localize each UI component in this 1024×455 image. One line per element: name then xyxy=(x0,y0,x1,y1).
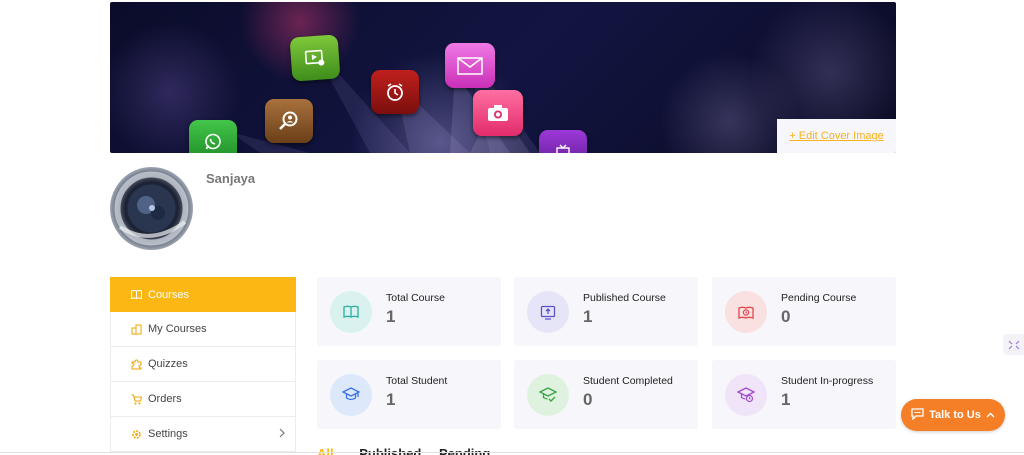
stat-label: Total Course xyxy=(386,292,445,304)
floating-side-widget[interactable] xyxy=(1003,334,1024,355)
stat-label: Pending Course xyxy=(781,292,857,304)
cart-icon xyxy=(131,394,142,405)
progress-icon xyxy=(725,374,767,416)
tab-all[interactable]: All xyxy=(317,446,334,455)
stat-value: 1 xyxy=(386,307,396,326)
sidebar-item-label: Courses xyxy=(148,288,189,301)
cover-image: + Edit Cover Image xyxy=(110,2,896,153)
talk-to-us-label: Talk to Us xyxy=(929,409,981,421)
stat-card-total-course: Total Course 1 xyxy=(317,277,501,346)
stat-card-published-course: Published Course 1 xyxy=(514,277,698,346)
pending-icon xyxy=(725,291,767,333)
sidebar-item-label: Orders xyxy=(148,393,182,405)
publish-icon xyxy=(527,291,569,333)
sidebar-item-label: Settings xyxy=(148,428,188,440)
stat-card-total-student: Total Student 1 xyxy=(317,360,501,429)
stat-value: 0 xyxy=(781,307,791,326)
edit-cover-image-link[interactable]: + Edit Cover Image xyxy=(777,119,896,153)
chevron-up-icon xyxy=(986,409,995,421)
stat-value: 1 xyxy=(583,307,593,326)
talk-to-us-button[interactable]: Talk to Us xyxy=(901,399,1005,431)
stat-card-pending-course: Pending Course 0 xyxy=(712,277,896,346)
book-icon xyxy=(330,291,372,333)
expand-icon xyxy=(1008,340,1019,349)
stat-label: Published Course xyxy=(583,292,666,304)
my-courses-icon xyxy=(131,324,142,335)
sidebar-item-orders[interactable]: Orders xyxy=(110,382,296,417)
completed-icon xyxy=(527,374,569,416)
puzzle-icon xyxy=(131,358,142,370)
course-status-tabs: All Published Pending xyxy=(317,446,490,455)
sidebar-item-label: My Courses xyxy=(148,323,207,335)
chevron-right-icon xyxy=(279,428,285,441)
sidebar-item-quizzes[interactable]: Quizzes xyxy=(110,347,296,382)
sidebar-item-courses[interactable]: Courses xyxy=(110,277,296,312)
avatar-image xyxy=(114,171,189,246)
sidebar-menu: Courses My Courses Quizzes Orders Settin… xyxy=(110,277,296,452)
camera-icon xyxy=(473,90,523,136)
video-play-icon xyxy=(289,34,341,82)
gear-icon xyxy=(131,429,142,440)
stat-card-student-completed: Student Completed 0 xyxy=(514,360,698,429)
magnifier-person-icon xyxy=(265,99,313,143)
sidebar-item-label: Quizzes xyxy=(148,358,188,370)
whatsapp-icon xyxy=(189,120,237,153)
sidebar-item-settings[interactable]: Settings xyxy=(110,417,296,452)
book-icon xyxy=(131,289,142,300)
tv-icon xyxy=(539,130,587,153)
tab-published[interactable]: Published xyxy=(359,446,421,455)
stat-label: Total Student xyxy=(386,375,448,387)
divider xyxy=(0,452,1024,453)
stat-card-student-in-progress: Student In-progress 1 xyxy=(712,360,896,429)
alarm-clock-icon xyxy=(371,70,419,114)
profile-name: Sanjaya xyxy=(206,171,256,186)
stat-label: Student Completed xyxy=(583,375,673,387)
avatar[interactable] xyxy=(110,167,193,250)
page-root: + Edit Cover Image Sanjaya Courses My Co… xyxy=(0,0,1024,455)
mail-icon xyxy=(445,43,495,88)
sidebar-item-my-courses[interactable]: My Courses xyxy=(110,312,296,347)
stat-value: 1 xyxy=(386,390,396,409)
stat-value: 1 xyxy=(781,390,791,409)
chat-icon xyxy=(911,407,924,423)
graduate-icon xyxy=(330,374,372,416)
stat-label: Student In-progress xyxy=(781,375,874,387)
stat-value: 0 xyxy=(583,390,593,409)
tab-pending[interactable]: Pending xyxy=(439,446,490,455)
